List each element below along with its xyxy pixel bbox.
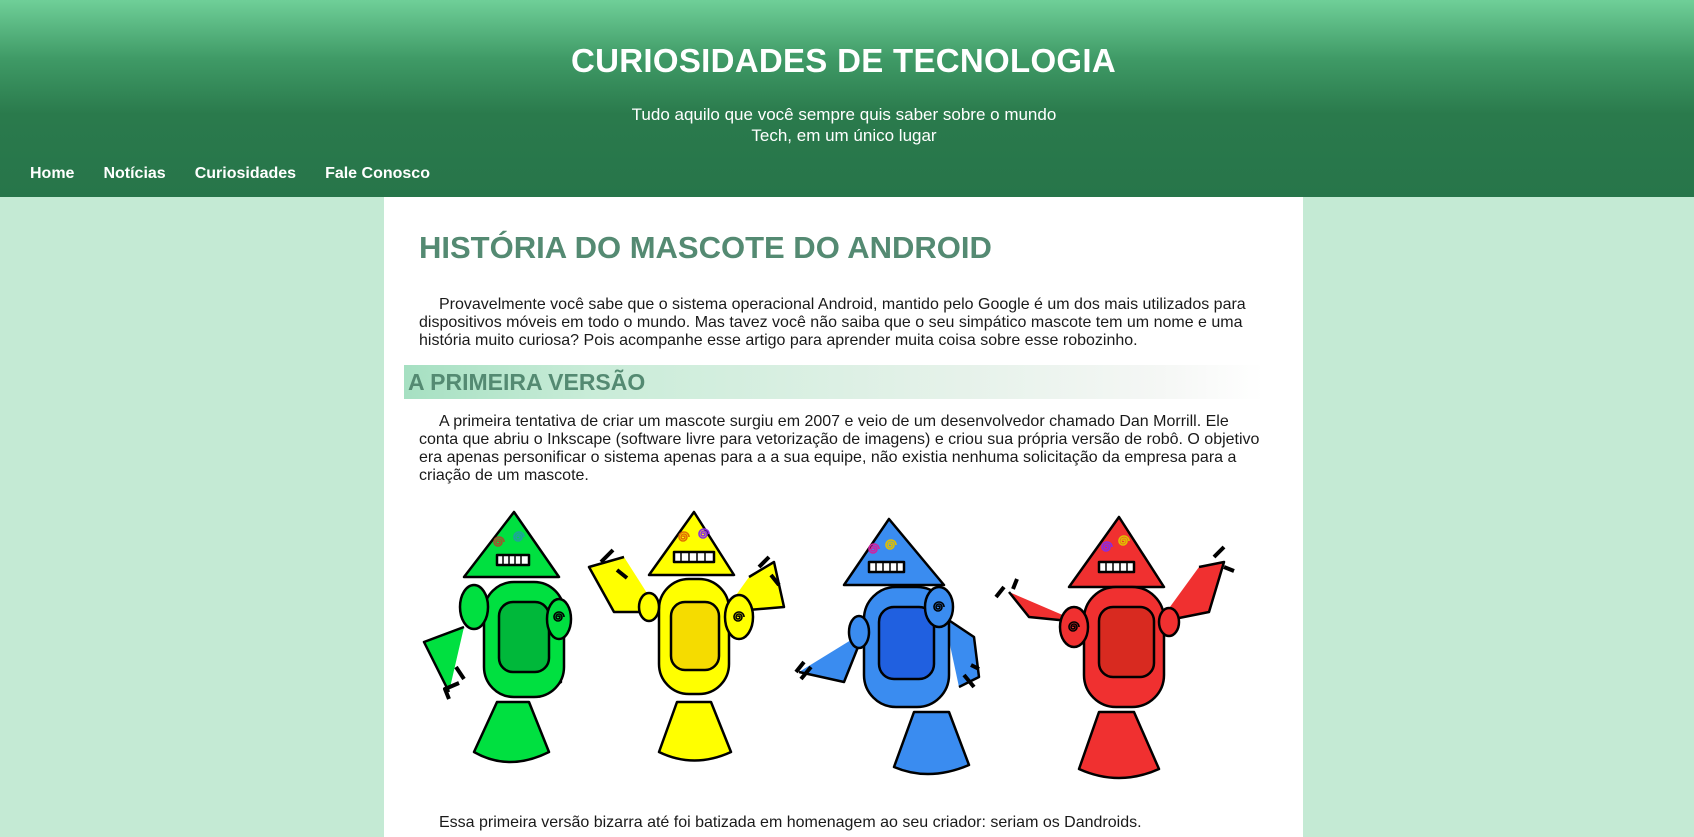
nav-fale-conosco[interactable]: Fale Conosco [325,165,430,183]
section-heading: A PRIMEIRA VERSÃO [404,365,1264,399]
yellow-robot [587,510,786,762]
closing-paragraph: Essa primeira versão bizarra até foi bat… [439,814,1142,831]
dandroids-image [422,510,1235,780]
tagline-line-1: Tudo aquilo que você sempre quis saber s… [631,105,1057,124]
nav-noticias[interactable]: Notícias [103,165,165,183]
nav-curiosidades[interactable]: Curiosidades [195,165,296,183]
article-title: HISTÓRIA DO MASCOTE DO ANDROID [419,230,992,265]
tagline-line-2: Tech, em um único lugar [751,126,937,145]
section-paragraph: A primeira tentativa de criar um mascote… [419,413,1260,484]
site-title: CURIOSIDADES DE TECNOLOGIA [570,42,1116,79]
red-robot [994,515,1235,780]
site-tagline: Tudo aquilo que você sempre quis saber s… [630,104,1058,146]
nav-home[interactable]: Home [30,165,74,183]
blue-robot [794,517,981,776]
article-container: HISTÓRIA DO MASCOTE DO ANDROID Provavelm… [384,197,1303,837]
green-robot [422,510,573,764]
intro-paragraph: Provavelmente você sabe que o sistema op… [419,296,1246,349]
main-nav: Home Notícias Curiosidades Fale Conosco [30,165,459,183]
site-header: CURIOSIDADES DE TECNOLOGIA Tudo aquilo q… [0,0,1694,197]
